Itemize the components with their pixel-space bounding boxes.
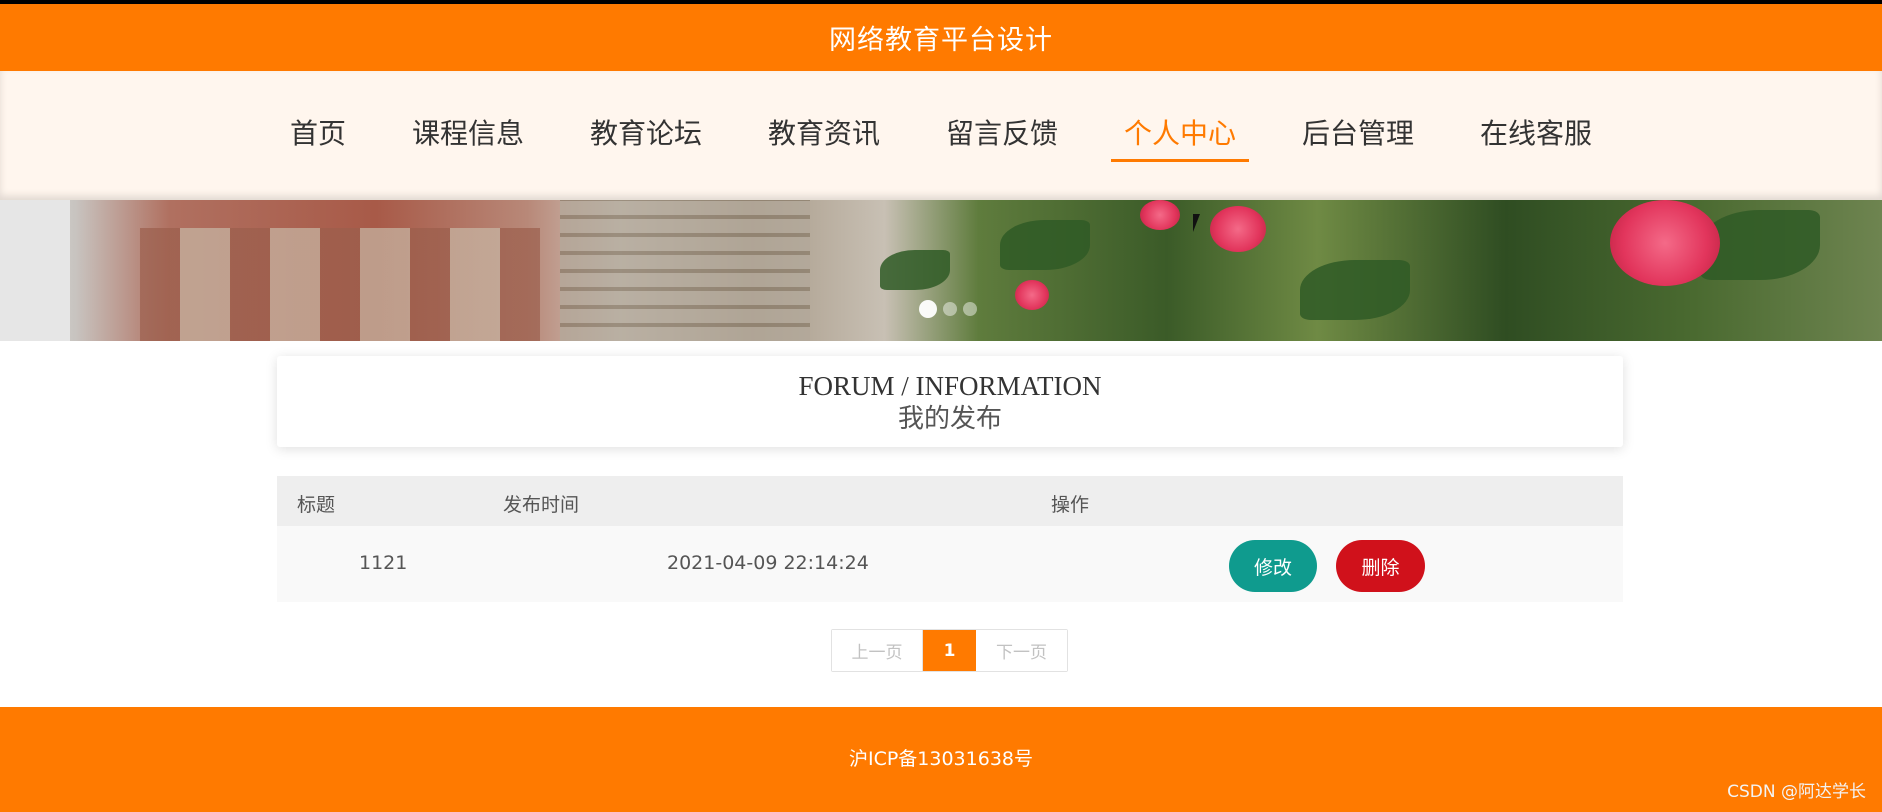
banner-leaf bbox=[1000, 220, 1090, 270]
table-header: 标题 发布时间 操作 bbox=[277, 476, 1623, 526]
carousel-dots bbox=[919, 300, 977, 318]
nav-item-admin[interactable]: 后台管理 bbox=[1289, 104, 1427, 160]
nav-item-courses[interactable]: 课程信息 bbox=[399, 104, 537, 160]
post-time-cell: 2021-04-09 22:14:24 bbox=[667, 552, 869, 574]
banner-flower bbox=[1210, 206, 1266, 252]
section-title-card: FORUM / INFORMATION 我的发布 bbox=[277, 356, 1623, 447]
carousel-dot-1[interactable] bbox=[919, 300, 937, 318]
banner-leaf bbox=[880, 250, 950, 290]
pagination: 上一页 1 下一页 bbox=[831, 629, 1068, 672]
banner-carousel bbox=[0, 200, 1882, 341]
site-footer: 沪ICP备13031638号 bbox=[0, 707, 1882, 812]
nav-item-personal-center[interactable]: 个人中心 bbox=[1111, 104, 1250, 162]
nav-item-home[interactable]: 首页 bbox=[277, 104, 359, 160]
section-title-zh: 我的发布 bbox=[897, 404, 1002, 434]
csdn-watermark: CSDN @阿达学长 bbox=[1727, 782, 1866, 802]
section-title-en: FORUM / INFORMATION bbox=[798, 371, 1102, 401]
column-header-actions: 操作 bbox=[1051, 494, 1090, 516]
carousel-dot-3[interactable] bbox=[963, 302, 977, 316]
banner-flower bbox=[1140, 200, 1180, 230]
nav-item-feedback[interactable]: 留言反馈 bbox=[933, 104, 1071, 160]
next-page-button[interactable]: 下一页 bbox=[976, 630, 1067, 671]
main-nav: 首页 课程信息 教育论坛 教育资讯 留言反馈 个人中心 后台管理 在线客服 bbox=[0, 71, 1882, 200]
nav-items: 首页 课程信息 教育论坛 教育资讯 留言反馈 个人中心 后台管理 在线客服 bbox=[0, 71, 1882, 200]
banner-building-tower bbox=[560, 200, 810, 341]
current-page-button[interactable]: 1 bbox=[923, 630, 976, 671]
carousel-dot-2[interactable] bbox=[943, 302, 957, 316]
column-header-time: 发布时间 bbox=[503, 494, 580, 516]
banner-leaf bbox=[1300, 260, 1410, 320]
banner-flower bbox=[1610, 200, 1720, 286]
banner-flower bbox=[1015, 280, 1049, 310]
column-header-title: 标题 bbox=[297, 494, 336, 516]
edit-button[interactable]: 修改 bbox=[1229, 540, 1317, 592]
mouse-cursor-icon bbox=[1193, 214, 1207, 232]
site-header: 网络教育平台设计 bbox=[0, 4, 1882, 71]
delete-button[interactable]: 删除 bbox=[1336, 540, 1425, 592]
banner-sky bbox=[0, 200, 70, 341]
nav-item-customer-service[interactable]: 在线客服 bbox=[1467, 104, 1605, 160]
site-title: 网络教育平台设计 bbox=[829, 25, 1053, 56]
prev-page-button[interactable]: 上一页 bbox=[832, 630, 923, 671]
table-row: 1121 2021-04-09 22:14:24 修改 删除 bbox=[277, 526, 1623, 602]
nav-item-news[interactable]: 教育资讯 bbox=[755, 104, 893, 160]
post-title-cell: 1121 bbox=[359, 552, 408, 574]
nav-item-forum[interactable]: 教育论坛 bbox=[577, 104, 715, 160]
banner-building bbox=[140, 228, 540, 341]
my-posts-table: 标题 发布时间 操作 1121 2021-04-09 22:14:24 修改 删… bbox=[277, 476, 1623, 602]
icp-license: 沪ICP备13031638号 bbox=[848, 748, 1034, 770]
